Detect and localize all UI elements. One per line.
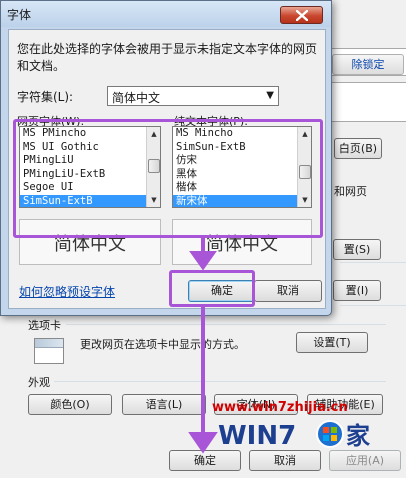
- win7-logo-icon: WIN7 家: [218, 420, 370, 451]
- ok-button-highlight: [169, 270, 255, 307]
- bg-apply-button[interactable]: 应用(A): [329, 450, 401, 471]
- charset-value: 简体中文: [112, 91, 161, 105]
- dialog-title: 字体: [7, 8, 32, 22]
- group-divider: [54, 381, 386, 382]
- title-bar[interactable]: 字体: [1, 1, 331, 27]
- settings-button-2[interactable]: 置(I): [333, 280, 381, 301]
- tabs-group-label: 选项卡: [28, 319, 61, 332]
- group-divider: [340, 305, 406, 306]
- appearance-group-label: 外观: [28, 376, 50, 389]
- watermark-logo-suffix: 家: [346, 422, 370, 450]
- font-lists-highlight: [13, 119, 323, 238]
- group-divider: [340, 262, 406, 263]
- description-text: 您在此处选择的字体会被用于显示未指定文本字体的网页和文档。: [17, 42, 318, 73]
- watermark-url: www.win7zhijia.cn: [212, 400, 348, 415]
- tabs-settings-button[interactable]: 设置(T): [296, 332, 368, 353]
- settings-button-1[interactable]: 置(S): [333, 239, 381, 260]
- close-icon: [296, 10, 308, 21]
- tabs-icon: [34, 338, 64, 364]
- tabs-description: 更改网页在选项卡中显示的方式。: [80, 338, 245, 351]
- colors-button[interactable]: 颜色(O): [28, 394, 112, 415]
- ignore-default-fonts-link[interactable]: 如何忽略预设字体: [19, 283, 115, 300]
- unlock-button[interactable]: 除锁定: [332, 54, 404, 75]
- charset-label: 字符集(L):: [17, 90, 74, 104]
- web-text: 和网页: [334, 185, 367, 198]
- bg-cancel-button[interactable]: 取消: [249, 450, 321, 471]
- charset-select[interactable]: 简体中文 ▼: [107, 86, 279, 106]
- chevron-down-icon: ▼: [266, 90, 274, 101]
- homepage-strip: [330, 82, 406, 122]
- cancel-button[interactable]: 取消: [254, 280, 322, 302]
- windows-orb-icon: [316, 420, 344, 448]
- bg-ok-button[interactable]: 确定: [169, 450, 241, 471]
- languages-button[interactable]: 语言(L): [122, 394, 206, 415]
- watermark-logo-text: WIN7: [218, 421, 296, 451]
- close-button[interactable]: [280, 6, 323, 24]
- blank-page-button[interactable]: 白页(B): [334, 138, 382, 159]
- group-divider: [66, 324, 386, 325]
